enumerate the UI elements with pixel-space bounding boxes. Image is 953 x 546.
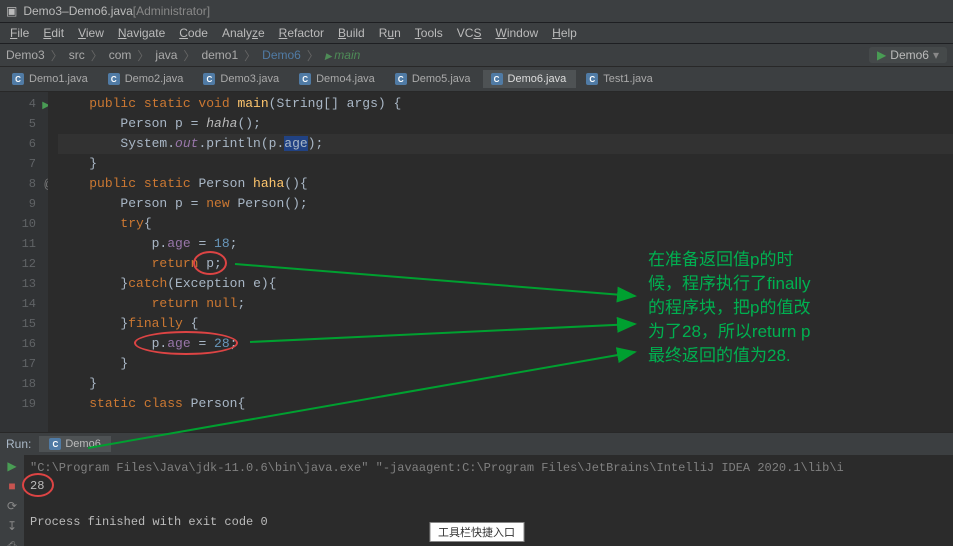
console-output-line: 28 [30, 477, 947, 495]
tab-demo4[interactable]: CDemo4.java [291, 70, 385, 88]
bottom-hint: 工具栏快捷入口 [429, 522, 524, 542]
annotation-circle-output28 [22, 473, 54, 497]
menu-vcs[interactable]: VCS [451, 25, 488, 41]
chevron-down-icon: ▾ [933, 48, 939, 62]
run-action-stop-icon[interactable]: ■ [5, 479, 19, 493]
gutter: 4▶ 5 6 7 8@ 9 10 11 12 13 14 15 16 17 18… [0, 92, 48, 432]
tab-demo6[interactable]: CDemo6.java [483, 70, 577, 88]
crumb-0[interactable]: Demo3 [6, 48, 45, 62]
play-icon: ▶ [877, 48, 886, 62]
tab-demo1[interactable]: CDemo1.java [4, 70, 98, 88]
console-command: "C:\Program Files\Java\jdk-11.0.6\bin\ja… [30, 459, 947, 477]
crumb-2[interactable]: com [109, 48, 132, 62]
crumb-1[interactable]: src [69, 48, 85, 62]
menu-view[interactable]: View [72, 25, 110, 41]
run-action-restart-icon[interactable]: ⟳ [5, 499, 19, 513]
title-bar: ▣ Demo3 – Demo6.java [Administrator] [0, 0, 953, 23]
tab-demo2[interactable]: CDemo2.java [100, 70, 194, 88]
menu-help[interactable]: Help [546, 25, 583, 41]
crumb-5[interactable]: Demo6 [262, 48, 301, 62]
window-icon: ▣ [6, 4, 17, 18]
title-admin: [Administrator] [133, 4, 210, 18]
title-project: Demo3 [23, 4, 62, 18]
menu-edit[interactable]: Edit [37, 25, 70, 41]
breadcrumb: Demo3〉 src〉 com〉 java〉 demo1〉 Demo6〉 mai… [0, 44, 953, 67]
run-config-selector[interactable]: ▶ Demo6 ▾ [869, 47, 947, 63]
run-action-down-icon[interactable]: ↧ [5, 519, 19, 533]
crumb-4[interactable]: demo1 [201, 48, 238, 62]
tab-test1[interactable]: CTest1.java [578, 70, 663, 88]
hint-tooltip: 工具栏快捷入口 [429, 522, 524, 542]
editor-area: 4▶ 5 6 7 8@ 9 10 11 12 13 14 15 16 17 18… [0, 92, 953, 432]
title-file: Demo6.java [69, 4, 133, 18]
run-action-play-icon[interactable]: ▶ [5, 459, 19, 473]
tab-demo3[interactable]: CDemo3.java [195, 70, 289, 88]
annotation-circle-age28 [134, 331, 238, 355]
menu-navigate[interactable]: Navigate [112, 25, 171, 41]
run-tool-column: ▶ ■ ⟳ ↧ ⎙ 🗑 [0, 455, 24, 546]
tab-demo5[interactable]: CDemo5.java [387, 70, 481, 88]
menu-file[interactable]: File [4, 25, 35, 41]
menu-refactor[interactable]: Refactor [273, 25, 330, 41]
run-action-print-icon[interactable]: ⎙ [5, 539, 19, 546]
menu-run[interactable]: Run [373, 25, 407, 41]
menu-build[interactable]: Build [332, 25, 371, 41]
menu-analyze[interactable]: Analyze [216, 25, 271, 41]
editor-tab-bar: CDemo1.java CDemo2.java CDemo3.java CDem… [0, 67, 953, 92]
menu-tools[interactable]: Tools [409, 25, 449, 41]
code-editor[interactable]: public static void main(String[] args) {… [48, 92, 953, 432]
menu-bar: File Edit View Navigate Code Analyze Ref… [0, 23, 953, 44]
menu-window[interactable]: Window [489, 25, 544, 41]
crumb-3[interactable]: java [155, 48, 177, 62]
annotation-circle-return-p [193, 251, 227, 275]
run-panel-tab[interactable]: CDemo6 [39, 436, 110, 452]
run-panel-title: Run: [6, 437, 31, 451]
crumb-6[interactable]: main [325, 48, 360, 62]
run-panel-header: Run: CDemo6 [0, 432, 953, 455]
menu-code[interactable]: Code [173, 25, 214, 41]
